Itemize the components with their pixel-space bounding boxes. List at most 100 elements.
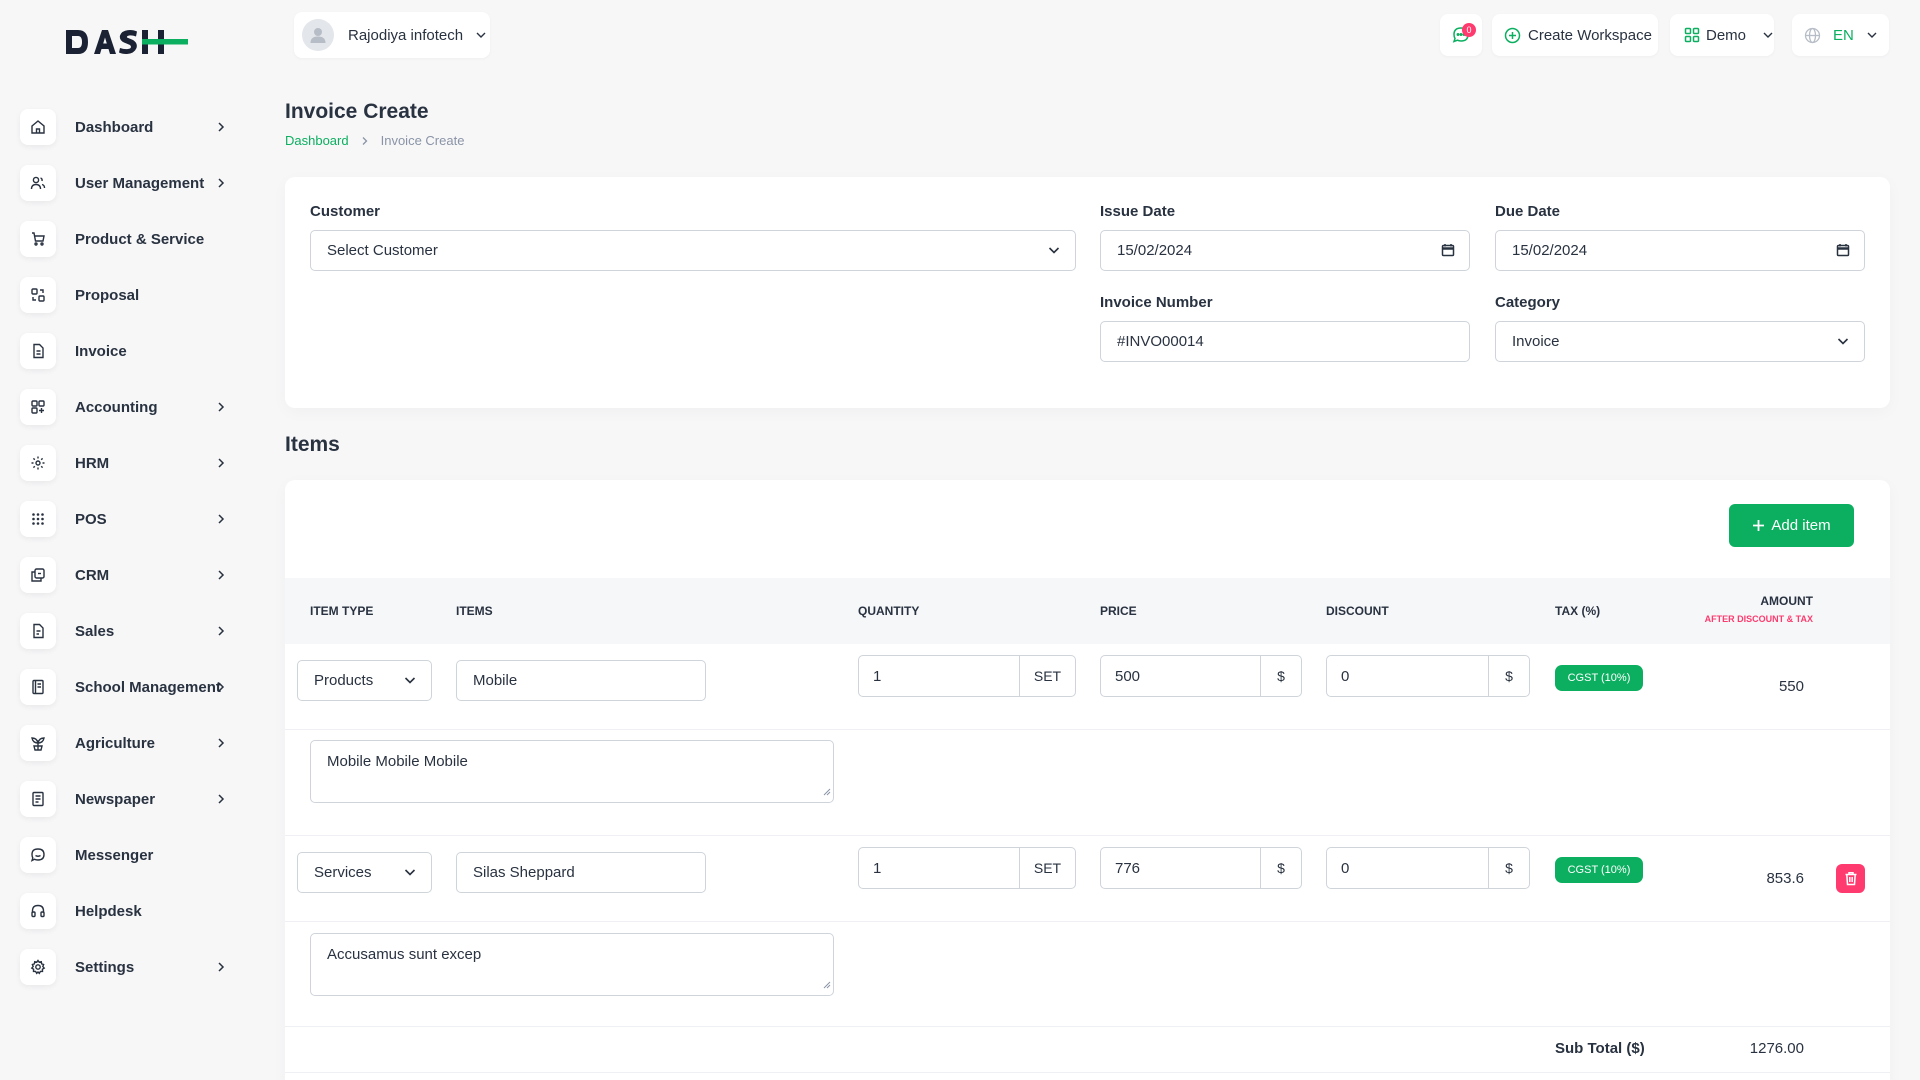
chevron-down-icon (1866, 31, 1878, 39)
category-select[interactable]: Invoice (1495, 321, 1865, 362)
book-icon (20, 669, 56, 705)
currency-addon: $ (1488, 656, 1529, 696)
chevron-right-icon (216, 568, 226, 586)
sidebar-item-label: Invoice (75, 342, 127, 360)
sidebar-item-label: User Management (75, 174, 205, 192)
sidebar-item-user-management[interactable]: User Management (20, 155, 240, 211)
item-type-value: Services (314, 864, 372, 881)
sidebar-item-invoice[interactable]: Invoice (20, 323, 240, 379)
sidebar-item-dashboard[interactable]: Dashboard (20, 99, 240, 155)
due-date-input[interactable]: 15/02/2024 (1495, 230, 1865, 271)
subtotal-label: Sub Total ($) (1555, 1040, 1645, 1057)
row-divider (285, 729, 1890, 730)
sidebar-item-newspaper[interactable]: Newspaper (20, 771, 240, 827)
row-amount: 550 (1778, 678, 1804, 695)
item-type-select[interactable]: Products (297, 660, 432, 701)
quantity-input-group[interactable]: 1 SET (858, 847, 1076, 889)
demo-dropdown[interactable]: Demo (1670, 14, 1774, 56)
item-description-textarea[interactable]: Mobile Mobile Mobile (310, 740, 834, 803)
file-icon (20, 333, 56, 369)
column-header-item-type: ITEM TYPE (310, 604, 374, 618)
trash-icon (1844, 871, 1858, 886)
sidebar-item-settings[interactable]: Settings (20, 939, 240, 995)
quantity-input-group[interactable]: 1 SET (858, 655, 1076, 697)
grid-icon (20, 389, 56, 425)
chevron-right-icon (216, 400, 226, 418)
issue-date-value: 15/02/2024 (1117, 242, 1193, 259)
create-workspace-label: Create Workspace (1528, 26, 1652, 44)
breadcrumb-current: Invoice Create (380, 133, 465, 148)
sidebar-item-label: Product & Service (75, 230, 205, 248)
column-header-amount: AMOUNT (1760, 594, 1813, 608)
sidebar-item-label: Sales (75, 622, 115, 640)
row-divider (285, 1026, 1890, 1027)
sidebar-item-proposal[interactable]: Proposal (20, 267, 240, 323)
due-date-label: Due Date (1495, 203, 1561, 220)
delete-row-button[interactable] (1836, 864, 1865, 893)
sidebar-item-label: Accounting (75, 398, 158, 416)
currency-addon: $ (1488, 848, 1529, 888)
customer-select[interactable]: Select Customer (310, 230, 1076, 271)
chevron-down-icon (403, 673, 417, 691)
sidebar-item-label: POS (75, 510, 107, 528)
chevron-down-icon (1762, 31, 1774, 39)
currency-addon: $ (1260, 848, 1301, 888)
sidebar-item-product-service[interactable]: Product & Service (20, 211, 240, 267)
workspace-switcher[interactable]: Rajodiya infotech (294, 12, 490, 58)
sidebar-item-crm[interactable]: CRM (20, 547, 240, 603)
price-input[interactable]: 500 (1101, 656, 1260, 696)
discount-input-group[interactable]: 0 $ (1326, 655, 1530, 697)
sidebar-item-label: CRM (75, 566, 110, 584)
sidebar-item-label: Dashboard (75, 118, 154, 136)
sidebar-item-sales[interactable]: Sales (20, 603, 240, 659)
price-input-group[interactable]: 776 $ (1100, 847, 1302, 889)
discount-input[interactable]: 0 (1327, 848, 1488, 888)
item-name-input[interactable]: Silas Sheppard (456, 852, 706, 893)
quantity-input[interactable]: 1 (859, 656, 1019, 696)
sidebar-item-agriculture[interactable]: Agriculture (20, 715, 240, 771)
dash-logo[interactable] (64, 24, 190, 60)
invoice-details-card (285, 177, 1890, 408)
category-label: Category (1495, 294, 1561, 311)
resize-handle-icon[interactable] (823, 783, 831, 800)
language-dropdown[interactable]: EN (1792, 14, 1889, 56)
globe-icon (1804, 27, 1821, 44)
breadcrumb-home-link[interactable]: Dashboard (285, 133, 349, 148)
plus-icon (1752, 519, 1765, 532)
calendar-icon[interactable] (1836, 243, 1850, 261)
resize-handle-icon[interactable] (823, 976, 831, 993)
item-type-select[interactable]: Services (297, 852, 432, 893)
add-item-button[interactable]: Add item (1729, 504, 1854, 547)
sidebar-item-hrm[interactable]: HRM (20, 435, 240, 491)
chevron-down-icon (403, 865, 417, 883)
apps-icon (1684, 27, 1700, 43)
chevron-down-icon (1047, 243, 1061, 261)
invoice-number-input[interactable]: #INVO00014 (1100, 321, 1470, 362)
chevron-down-icon (1836, 334, 1850, 352)
quantity-input[interactable]: 1 (859, 848, 1019, 888)
discount-input-group[interactable]: 0 $ (1326, 847, 1530, 889)
sidebar-item-messenger[interactable]: Messenger (20, 827, 240, 883)
newspaper-icon (20, 781, 56, 817)
customer-select-value: Select Customer (327, 242, 438, 259)
issue-date-input[interactable]: 15/02/2024 (1100, 230, 1470, 271)
notification-button[interactable]: 0 (1440, 14, 1482, 56)
price-input-group[interactable]: 500 $ (1100, 655, 1302, 697)
item-description-textarea[interactable]: Accusamus sunt excep (310, 933, 834, 996)
sidebar-item-accounting[interactable]: Accounting (20, 379, 240, 435)
sidebar-item-helpdesk[interactable]: Helpdesk (20, 883, 240, 939)
item-description-value: Accusamus sunt excep (327, 946, 482, 963)
discount-input[interactable]: 0 (1327, 656, 1488, 696)
tax-badge: CGST (10%) (1555, 857, 1643, 883)
item-description-value: Mobile Mobile Mobile (327, 753, 468, 770)
sidebar-item-school-management[interactable]: School Management (20, 659, 240, 715)
item-name-input[interactable]: Mobile (456, 660, 706, 701)
row-amount: 853.6 (1766, 870, 1804, 887)
chat-icon (20, 837, 56, 873)
calendar-icon[interactable] (1441, 243, 1455, 261)
item-name-value: Silas Sheppard (473, 864, 575, 881)
create-workspace-button[interactable]: Create Workspace (1492, 14, 1658, 56)
price-input[interactable]: 776 (1101, 848, 1260, 888)
chevron-right-icon (216, 680, 226, 698)
sidebar-item-pos[interactable]: POS (20, 491, 240, 547)
